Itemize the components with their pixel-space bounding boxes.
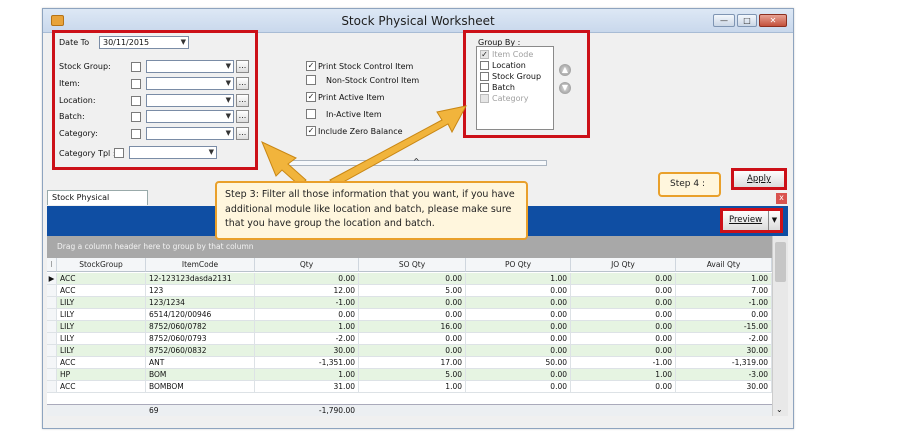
arrow-to-filters bbox=[261, 140, 307, 187]
step3-callout: Step 3: Filter all those information tha… bbox=[215, 181, 528, 240]
arrow-to-groupby bbox=[329, 105, 467, 187]
